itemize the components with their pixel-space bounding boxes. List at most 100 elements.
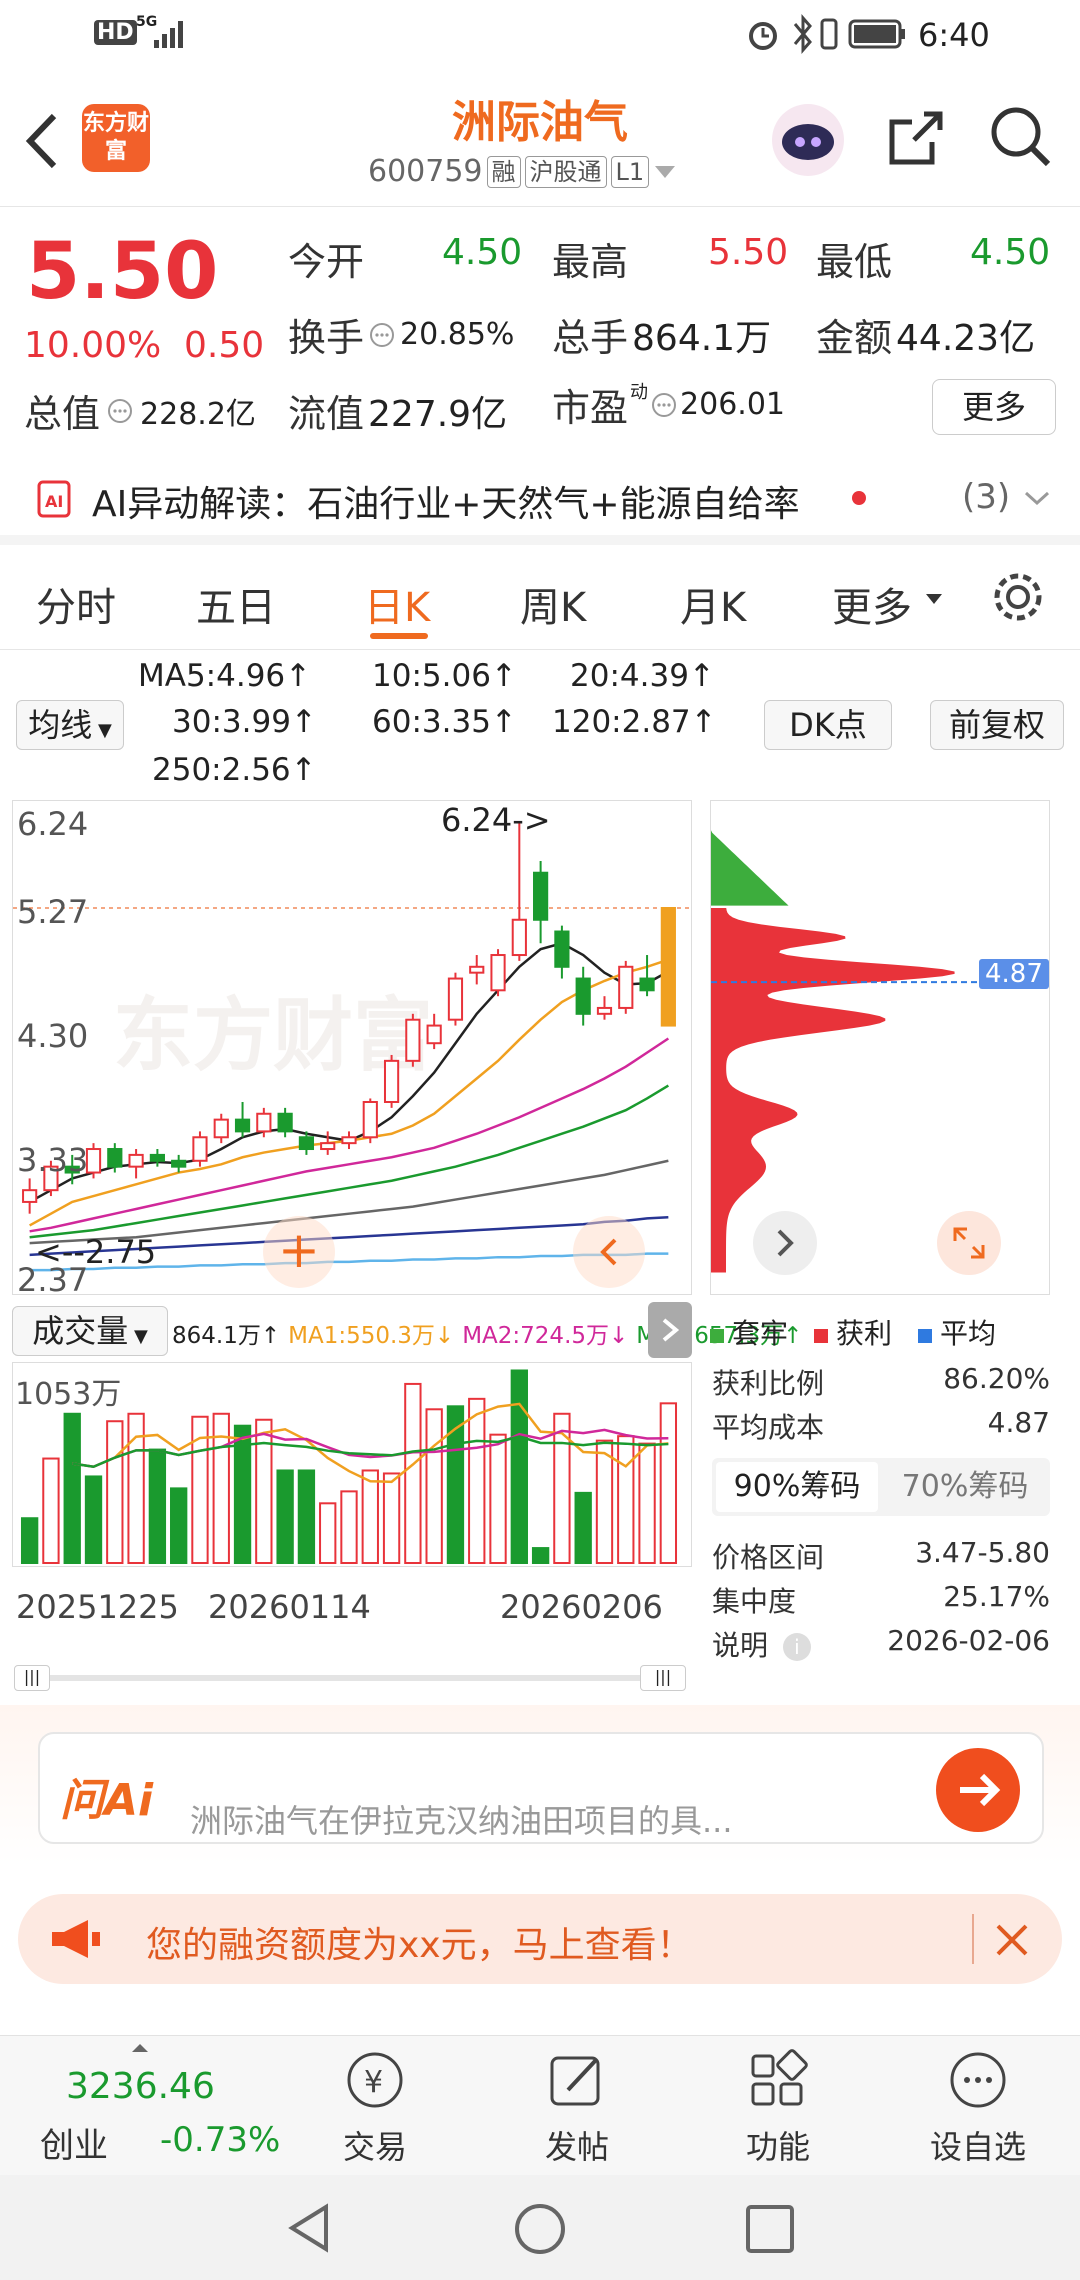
date-label: 20251225 (16, 1588, 179, 1626)
tab-chip-70[interactable]: 70%筹码 (884, 1462, 1046, 1512)
total-value: 总值 228.2亿 (24, 392, 256, 436)
volume-total: 总手 864.1万 (552, 316, 772, 360)
stock-code-line[interactable]: 600759 融 沪股通 L1 (368, 154, 677, 189)
tab-weekly-k[interactable]: 周K (520, 575, 586, 633)
volume-max-label: 1053万 (15, 1377, 122, 1412)
volume-bar (84, 1475, 103, 1564)
info-icon[interactable]: i (782, 1633, 811, 1661)
candle-body (107, 1148, 123, 1168)
range-handle-right[interactable]: ||| (640, 1665, 686, 1691)
float-value: 流值 227.9亿 (288, 392, 508, 436)
range-scrollbar[interactable]: ||| ||| (14, 1665, 690, 1691)
chips-next-button[interactable] (753, 1211, 817, 1275)
connect-tag: 沪股通 (524, 155, 607, 188)
robot-avatar-icon[interactable] (768, 100, 848, 180)
volume-chart[interactable]: 1053万 (12, 1362, 692, 1567)
info-dots-icon[interactable] (650, 391, 678, 419)
adjustment-button[interactable]: 前复权 (930, 700, 1064, 750)
hd-indicator: HD (94, 20, 137, 45)
share-icon[interactable] (884, 106, 948, 170)
expand-button[interactable] (937, 1211, 1001, 1275)
volume-ma2: MA2:724.5万↓ (462, 1323, 629, 1349)
legend-average: 平均 (918, 1312, 996, 1352)
index-change: -0.73% (160, 2120, 281, 2160)
search-icon[interactable] (988, 104, 1054, 170)
crosshair-button[interactable]: + (263, 1216, 335, 1288)
tab-monthly-k[interactable]: 月K (680, 575, 746, 633)
candle-body (341, 1136, 357, 1145)
nav-trade[interactable]: ¥ 交易 (305, 2046, 445, 2168)
chevron-right-icon (777, 1229, 794, 1257)
more-button[interactable]: 更多 (932, 379, 1056, 435)
kline-chart[interactable]: 东方财富 6.24 5.27 4.30 3.33 2.37 6.24-> <--… (12, 800, 693, 1299)
ai-insight-strip[interactable]: AI AI异动解读：石油行业+天然气+能源自给率 (3) (0, 455, 1080, 545)
range-handle-left[interactable]: ||| (14, 1665, 50, 1691)
close-icon[interactable] (992, 1920, 1032, 1960)
chip-distribution[interactable]: 4.87 (710, 800, 1051, 1295)
volume-bar (617, 1435, 635, 1564)
volume-selector[interactable]: 成交量 ▼ (12, 1306, 168, 1356)
ask-ai-box[interactable]: 问Ai 洲际油气在伊拉克汉纳油田项目的具... (38, 1732, 1044, 1844)
candle-body (533, 871, 549, 921)
svg-text:AI: AI (45, 492, 63, 511)
tab-daily-k[interactable]: 日K (364, 575, 430, 633)
tab-intraday[interactable]: 分时 (36, 575, 116, 633)
indicator-expand-button[interactable] (648, 1302, 692, 1358)
ma-selector[interactable]: 均线 ▼ (16, 700, 124, 750)
tab-five-day[interactable]: 五日 (196, 575, 276, 633)
nav-post[interactable]: 发帖 (507, 2046, 647, 2168)
volume-bar (404, 1382, 422, 1564)
vibrate-icon (820, 18, 838, 50)
chip-range-tabs: 90%筹码 70%筹码 (712, 1458, 1050, 1516)
low-label: 最低 (816, 240, 893, 284)
trade-icon: ¥ (347, 2052, 403, 2108)
volume-bar (276, 1469, 294, 1564)
legend-profit: 获利 (814, 1312, 892, 1352)
volume-bar (659, 1402, 678, 1565)
candle-body (277, 1112, 293, 1133)
candle-body (554, 930, 570, 968)
nav-add-watchlist[interactable]: 设自选 (908, 2046, 1048, 2168)
tab-chip-90[interactable]: 90%筹码 (716, 1462, 878, 1512)
index-name: 创业 (40, 2126, 108, 2166)
gear-icon[interactable] (990, 569, 1046, 625)
bluetooth-icon (793, 14, 812, 54)
tab-more[interactable]: 更多 (832, 575, 912, 633)
insight-count: (3) (962, 477, 1011, 517)
ai-doc-icon: AI (37, 480, 71, 518)
divider (972, 1914, 974, 1964)
info-dots-icon[interactable] (368, 321, 396, 349)
back-triangle-icon[interactable] (284, 2201, 334, 2255)
ask-ai-send-button[interactable] (936, 1748, 1020, 1832)
dk-point-button[interactable]: DK点 (764, 700, 892, 750)
volume-bar (319, 1502, 337, 1564)
ma250-indicator: 250:2.56↑ (152, 752, 317, 788)
profit-chips (711, 908, 955, 1273)
unread-dot (852, 491, 866, 505)
candle-body (447, 977, 464, 1021)
ask-ai-brand: 问Ai (60, 1775, 154, 1826)
home-circle-icon[interactable] (512, 2201, 568, 2257)
promo-banner[interactable]: 您的融资额度为xx元，马上查看！ (18, 1894, 1062, 1984)
ma60-indicator: 60:3.35↑ (372, 704, 517, 740)
volume-bar (63, 1412, 81, 1565)
ask-ai-question: 洲际油气在伊拉克汉纳油田项目的具... (190, 1802, 733, 1840)
edit-icon (550, 2056, 600, 2106)
ma10-indicator: 10:5.06↑ (372, 658, 517, 694)
avg-cost-row: 平均成本 4.87 (712, 1406, 1050, 1444)
chevron-right-icon (662, 1318, 680, 1342)
alarm-icon (749, 22, 777, 50)
legend-trapped: 套牢 (710, 1312, 788, 1352)
candle-body (575, 977, 591, 1015)
candle-body (660, 907, 676, 1027)
battery-icon (848, 19, 905, 49)
clock: 6:40 (918, 16, 990, 54)
recents-square-icon[interactable] (744, 2203, 796, 2255)
date-label: 20260114 (208, 1588, 371, 1626)
nav-functions[interactable]: 功能 (708, 2046, 848, 2168)
candle-body (320, 1142, 336, 1151)
info-dots-icon[interactable] (106, 397, 134, 425)
scroll-left-button[interactable] (573, 1216, 645, 1288)
chevron-left-icon (600, 1238, 617, 1266)
candle-body (490, 954, 506, 992)
